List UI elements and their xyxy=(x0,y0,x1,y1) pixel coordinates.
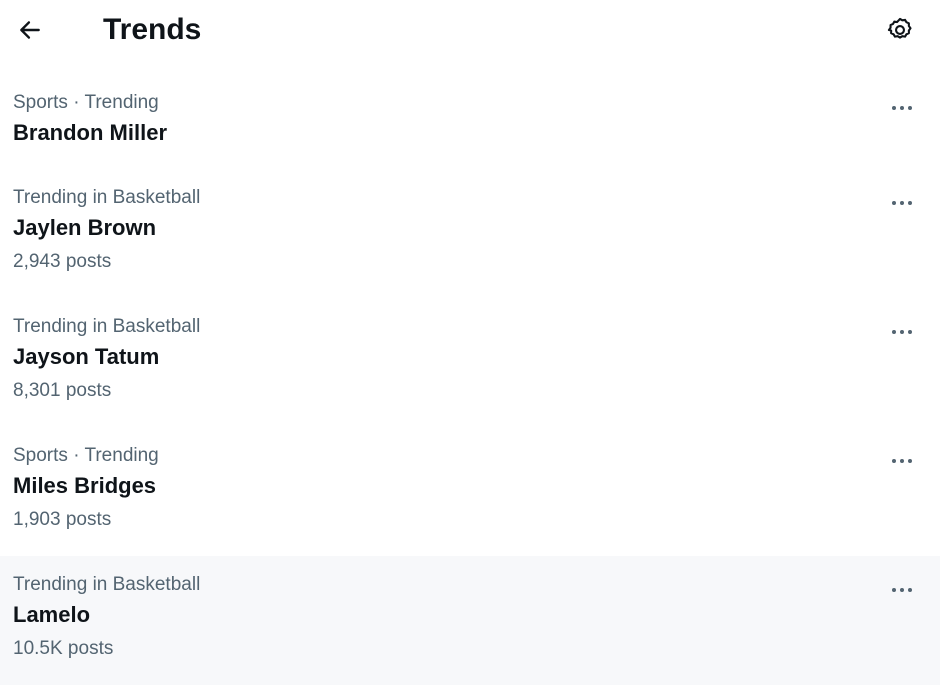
trend-context: Trending in Basketball xyxy=(13,316,201,337)
trend-context: Trending in Basketball xyxy=(13,187,201,208)
trend-post-count: 1,903 posts xyxy=(13,509,112,530)
trend-item[interactable]: Sports · Trending Miles Bridges 1,903 po… xyxy=(0,427,940,556)
trend-name: Miles Bridges xyxy=(13,473,157,498)
trend-context: Sports · Trending xyxy=(13,92,159,113)
more-options-button[interactable] xyxy=(888,94,916,122)
back-button[interactable] xyxy=(12,12,48,48)
more-icon xyxy=(892,588,912,592)
trend-name: Jayson Tatum xyxy=(13,344,160,369)
page-title: Trends xyxy=(103,13,202,46)
trend-item[interactable]: Trending in Basketball Jaylen Brown 2,94… xyxy=(0,169,940,298)
more-icon xyxy=(892,330,912,334)
more-options-button[interactable] xyxy=(888,576,916,604)
trend-name: Brandon Miller xyxy=(13,120,168,145)
more-options-button[interactable] xyxy=(888,318,916,346)
trend-post-count: 8,301 posts xyxy=(13,380,112,401)
gear-icon xyxy=(887,17,912,39)
more-icon xyxy=(892,201,912,205)
arrow-left-icon xyxy=(20,21,40,39)
trend-context: Sports · Trending xyxy=(13,445,159,466)
trend-item[interactable]: Trending in Basketball Jayson Tatum 8,30… xyxy=(0,298,940,427)
trend-item[interactable]: Trending in Basketball Lamelo 10.5K post… xyxy=(0,556,940,685)
more-icon xyxy=(892,459,912,463)
trend-name: Jaylen Brown xyxy=(13,215,157,240)
more-options-button[interactable] xyxy=(888,447,916,475)
trend-list: Sports · Trending Brandon Miller Trendin… xyxy=(0,74,940,685)
trend-name: Lamelo xyxy=(13,602,91,627)
settings-button[interactable] xyxy=(882,12,918,48)
more-options-button[interactable] xyxy=(888,189,916,217)
trend-post-count: 10.5K posts xyxy=(13,638,114,659)
top-bar: Trends xyxy=(0,0,940,64)
trend-context: Trending in Basketball xyxy=(13,574,201,595)
trend-post-count: 2,943 posts xyxy=(13,251,112,272)
more-icon xyxy=(892,106,912,110)
trend-item[interactable]: Sports · Trending Brandon Miller xyxy=(0,74,940,169)
